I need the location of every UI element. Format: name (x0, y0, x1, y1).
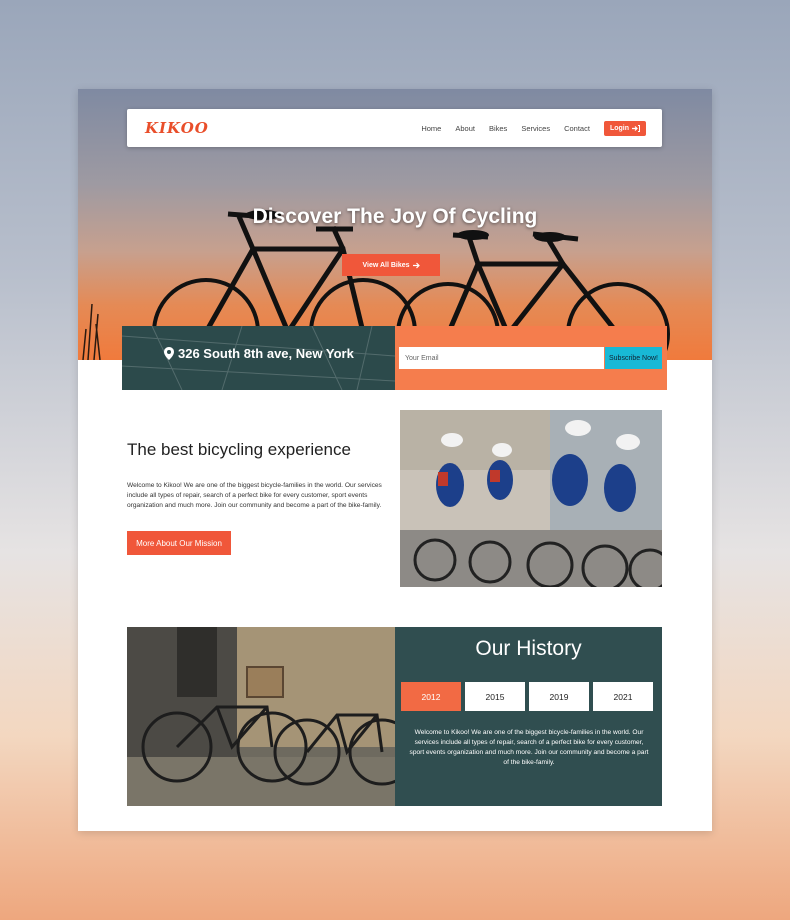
brand-logo[interactable]: KIKOO (145, 119, 209, 137)
view-all-bikes-label: View All Bikes (362, 261, 410, 269)
address-panel: 326 South 8th ave, New York (122, 326, 395, 390)
tab-2019[interactable]: 2019 (529, 682, 589, 711)
tab-2015[interactable]: 2015 (465, 682, 525, 711)
history-title: Our History (475, 637, 582, 660)
nav-item-contact[interactable]: Contact (564, 124, 590, 133)
nav-item-home[interactable]: Home (421, 124, 441, 133)
history-text: Welcome to Kikoo! We are one of the bigg… (409, 729, 649, 766)
parked-bikes-image (127, 627, 395, 806)
hero-title: Discover The Joy Of Cycling (252, 205, 538, 228)
year-tabs: 2012 2015 2019 2021 (401, 682, 653, 711)
subscribe-panel: Your Email Subscribe Now! (395, 326, 667, 390)
login-label: Login (609, 124, 629, 132)
nav-item-services[interactable]: Services (521, 124, 550, 133)
cyclists-image (400, 410, 662, 587)
nav-item-bikes[interactable]: Bikes (489, 124, 507, 133)
mission-button[interactable]: More About Our Mission (127, 531, 231, 555)
navbar: KIKOO Home About Bikes Services Contact … (127, 109, 662, 147)
tab-2012[interactable]: 2012 (401, 682, 461, 711)
login-button[interactable]: Login (603, 120, 646, 136)
hero-section: KIKOO Home About Bikes Services Contact … (78, 89, 712, 360)
address: 326 South 8th ave, New York (164, 346, 354, 361)
tab-2021[interactable]: 2021 (593, 682, 653, 711)
map-pin-icon (164, 347, 174, 360)
nav-menu: Home About Bikes Services Contact Login (407, 109, 646, 147)
nav-item-about[interactable]: About (455, 124, 475, 133)
history-panel: Our History 2012 2015 2019 2021 Welcome … (395, 627, 662, 806)
about-title: The best bicycling experience (127, 440, 351, 459)
landing-page: KIKOO Home About Bikes Services Contact … (78, 89, 712, 831)
about-text: Welcome to Kikoo! We are one of the bigg… (127, 482, 382, 509)
address-text: 326 South 8th ave, New York (178, 346, 354, 361)
subscribe-button[interactable]: Subscribe Now! (605, 347, 662, 369)
view-all-bikes-button[interactable]: View All Bikes (342, 254, 440, 276)
login-icon (632, 124, 640, 132)
email-input[interactable]: Your Email (399, 347, 604, 369)
arrow-right-icon (412, 262, 420, 268)
